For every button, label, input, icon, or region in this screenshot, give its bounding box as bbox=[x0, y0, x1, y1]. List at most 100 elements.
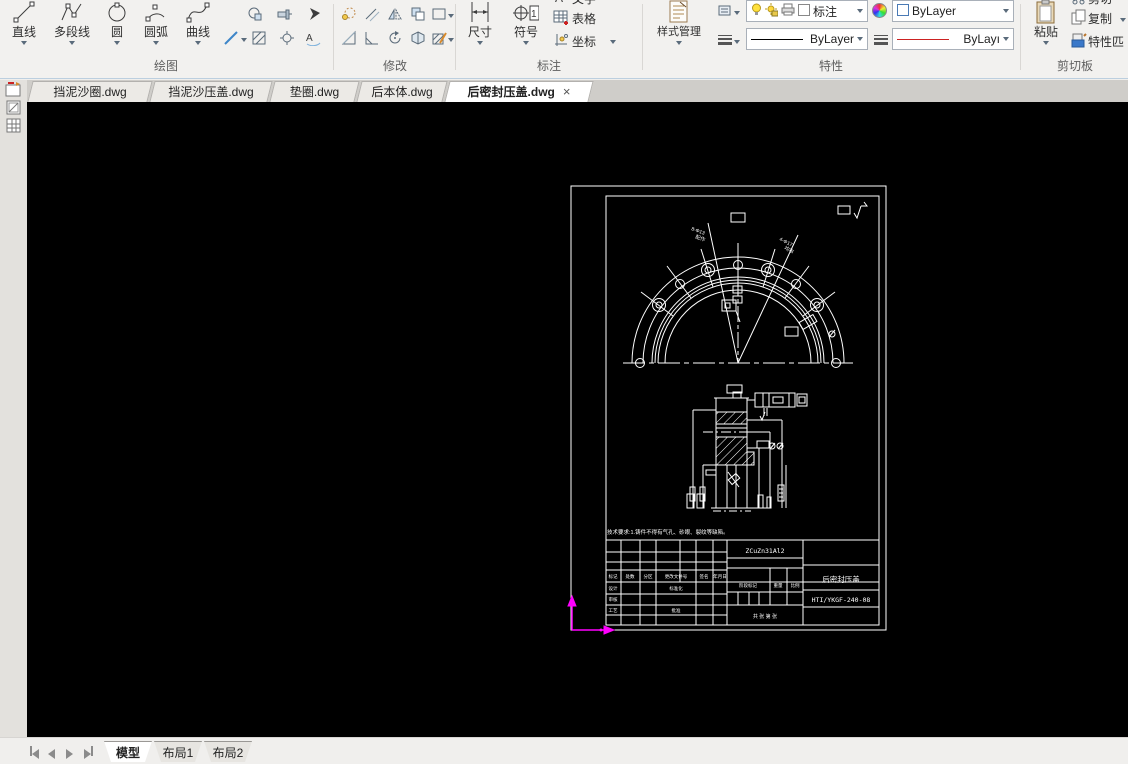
color-combobox[interactable]: ByLayer bbox=[892, 0, 1014, 22]
offset-icon[interactable] bbox=[363, 5, 381, 23]
linetype2-combobox[interactable]: ByLayı bbox=[892, 28, 1014, 50]
cut-label[interactable]: 剪切 bbox=[1088, 0, 1112, 7]
ribbon-separator bbox=[642, 4, 643, 70]
title-table-icon[interactable] bbox=[4, 117, 24, 134]
rev-col: 处数 bbox=[626, 573, 635, 580]
line-icon bbox=[12, 0, 36, 24]
file-tab-4[interactable]: 后本体.dwg bbox=[359, 81, 445, 102]
mirror-icon[interactable] bbox=[386, 5, 404, 23]
rev-col: 分区 bbox=[644, 573, 653, 580]
lineweight-menu-icon[interactable] bbox=[716, 31, 734, 49]
layer-combobox[interactable]: 标注 bbox=[746, 0, 868, 22]
chevron-down-icon bbox=[477, 41, 483, 45]
group-label-properties: 特性 bbox=[818, 59, 843, 73]
spline-button[interactable]: 曲线 bbox=[178, 0, 218, 45]
layout1-tab-label: 布局1 bbox=[162, 745, 194, 760]
group-label-clipboard: 剪切板 bbox=[1056, 59, 1093, 73]
gear-icon[interactable] bbox=[278, 29, 296, 47]
chevron-down-icon[interactable] bbox=[734, 11, 740, 15]
chevron-down-icon[interactable] bbox=[1120, 18, 1126, 22]
color-wheel-icon[interactable] bbox=[872, 3, 887, 18]
region-tool-icon[interactable] bbox=[246, 5, 264, 23]
table-icon[interactable] bbox=[552, 8, 570, 26]
polyline-icon bbox=[60, 0, 84, 24]
bolt-tool-icon[interactable] bbox=[276, 5, 294, 23]
dimension-label: 尺寸 bbox=[467, 25, 492, 39]
match-properties-label[interactable]: 特性匹 bbox=[1088, 33, 1124, 50]
prev-tab-button[interactable] bbox=[48, 746, 60, 759]
text-arc-icon[interactable]: A bbox=[304, 29, 322, 47]
coordinate-icon[interactable] bbox=[552, 31, 570, 49]
last-tab-button[interactable] bbox=[84, 746, 96, 759]
chamfer-icon[interactable] bbox=[363, 29, 381, 47]
layer-plot-printer-icon bbox=[781, 3, 795, 19]
stage-label: 阶段标记 bbox=[739, 582, 757, 589]
arc-label: 圆弧 bbox=[143, 25, 168, 39]
model-space-canvas[interactable]: 标记 处数 分区 更改文件号 签名 年月日 设计 标准化 审核 工艺 批准 阶段… bbox=[27, 102, 1128, 737]
part-name-text: 后密封压盖 bbox=[822, 574, 860, 584]
copy-icon[interactable] bbox=[1070, 8, 1088, 26]
tab-layout2[interactable]: 布局2 bbox=[204, 741, 252, 762]
line-button[interactable]: 直线 bbox=[4, 0, 44, 45]
file-tab-3[interactable]: 垫圈.dwg bbox=[272, 81, 357, 102]
paste-button[interactable]: 粘贴 bbox=[1026, 0, 1066, 45]
union-icon[interactable] bbox=[409, 5, 427, 23]
tab-model[interactable]: 模型 bbox=[104, 741, 152, 762]
symbol-icon: 1 bbox=[513, 0, 539, 24]
lineweight-icon[interactable] bbox=[872, 31, 890, 49]
polyline-button[interactable]: 多段线 bbox=[46, 0, 98, 45]
copy-label[interactable]: 复制 bbox=[1088, 10, 1112, 27]
next-tab-button[interactable] bbox=[66, 746, 78, 759]
match-properties-icon[interactable] bbox=[1070, 31, 1088, 49]
chevron-down-icon[interactable] bbox=[241, 38, 247, 42]
file-tab-label: 挡泥沙圈.dwg bbox=[53, 85, 127, 99]
chevron-down-icon bbox=[114, 41, 120, 45]
half-plan-view bbox=[623, 201, 868, 368]
first-tab-button[interactable] bbox=[30, 746, 42, 759]
pointer-tool-icon[interactable] bbox=[306, 5, 324, 23]
chevron-down-icon[interactable] bbox=[734, 40, 740, 44]
text-tool-icon[interactable]: A bbox=[552, 0, 570, 6]
dimension-button[interactable]: 尺寸 bbox=[460, 0, 500, 45]
tab-layout1[interactable]: 布局1 bbox=[154, 741, 202, 762]
layout-tab-bar: 模型 布局1 布局2 bbox=[0, 737, 1128, 764]
coordinate-label[interactable]: 坐标 bbox=[572, 33, 596, 50]
file-tab-2[interactable]: 挡泥沙压盖.dwg bbox=[152, 81, 270, 102]
close-icon[interactable]: × bbox=[563, 85, 571, 98]
symbol-button[interactable]: 1 符号 bbox=[506, 0, 546, 45]
ribbon-separator bbox=[1020, 4, 1021, 70]
arc-icon bbox=[144, 0, 168, 24]
circle-button[interactable]: 圆 bbox=[100, 0, 134, 45]
linetype-sample bbox=[751, 38, 803, 40]
frame-setup-icon[interactable] bbox=[4, 81, 24, 98]
table-label[interactable]: 表格 bbox=[572, 10, 596, 27]
construction-line-icon[interactable] bbox=[222, 29, 240, 47]
text-tool-label[interactable]: 文字 bbox=[572, 0, 596, 7]
file-tab-1[interactable]: 挡泥沙圈.dwg bbox=[30, 81, 150, 102]
scale-icon[interactable] bbox=[340, 29, 358, 47]
ribbon-group-clipboard: 粘贴 剪切 复制 特性匹 剪切板 bbox=[1022, 0, 1128, 78]
hatch-edit-icon[interactable] bbox=[430, 29, 448, 47]
arc-button[interactable]: 圆弧 bbox=[136, 0, 176, 45]
chevron-down-icon bbox=[195, 41, 201, 45]
style-manager-label: 样式管理 bbox=[657, 26, 701, 38]
list-tool-icon[interactable] bbox=[716, 2, 734, 20]
file-tab-5-active[interactable]: 后密封压盖.dwg × bbox=[447, 81, 591, 102]
scale-label: 比例 bbox=[791, 582, 800, 589]
chevron-down-icon[interactable] bbox=[610, 40, 616, 44]
chevron-down-icon[interactable] bbox=[448, 14, 454, 18]
style-manager-button[interactable]: 样式管理 bbox=[648, 0, 710, 45]
linetype2-value: ByLayı bbox=[963, 32, 1000, 46]
hatch-tool-icon[interactable] bbox=[250, 29, 268, 47]
view-cube-icon[interactable] bbox=[409, 29, 427, 47]
copy-object-icon[interactable] bbox=[340, 5, 358, 23]
linetype-combobox[interactable]: ByLayer bbox=[746, 28, 868, 50]
rectangle-tool-icon[interactable] bbox=[430, 5, 448, 23]
layer-name: 标注 bbox=[813, 4, 838, 19]
svg-text:A: A bbox=[306, 33, 313, 44]
rotate-icon[interactable] bbox=[386, 29, 404, 47]
cut-icon[interactable] bbox=[1070, 0, 1088, 6]
chevron-down-icon[interactable] bbox=[448, 38, 454, 42]
image-frame-icon[interactable] bbox=[4, 99, 24, 116]
file-tab-bar: 挡泥沙圈.dwg 挡泥沙压盖.dwg 垫圈.dwg 后本体.dwg 后密封压盖.… bbox=[27, 80, 1128, 102]
